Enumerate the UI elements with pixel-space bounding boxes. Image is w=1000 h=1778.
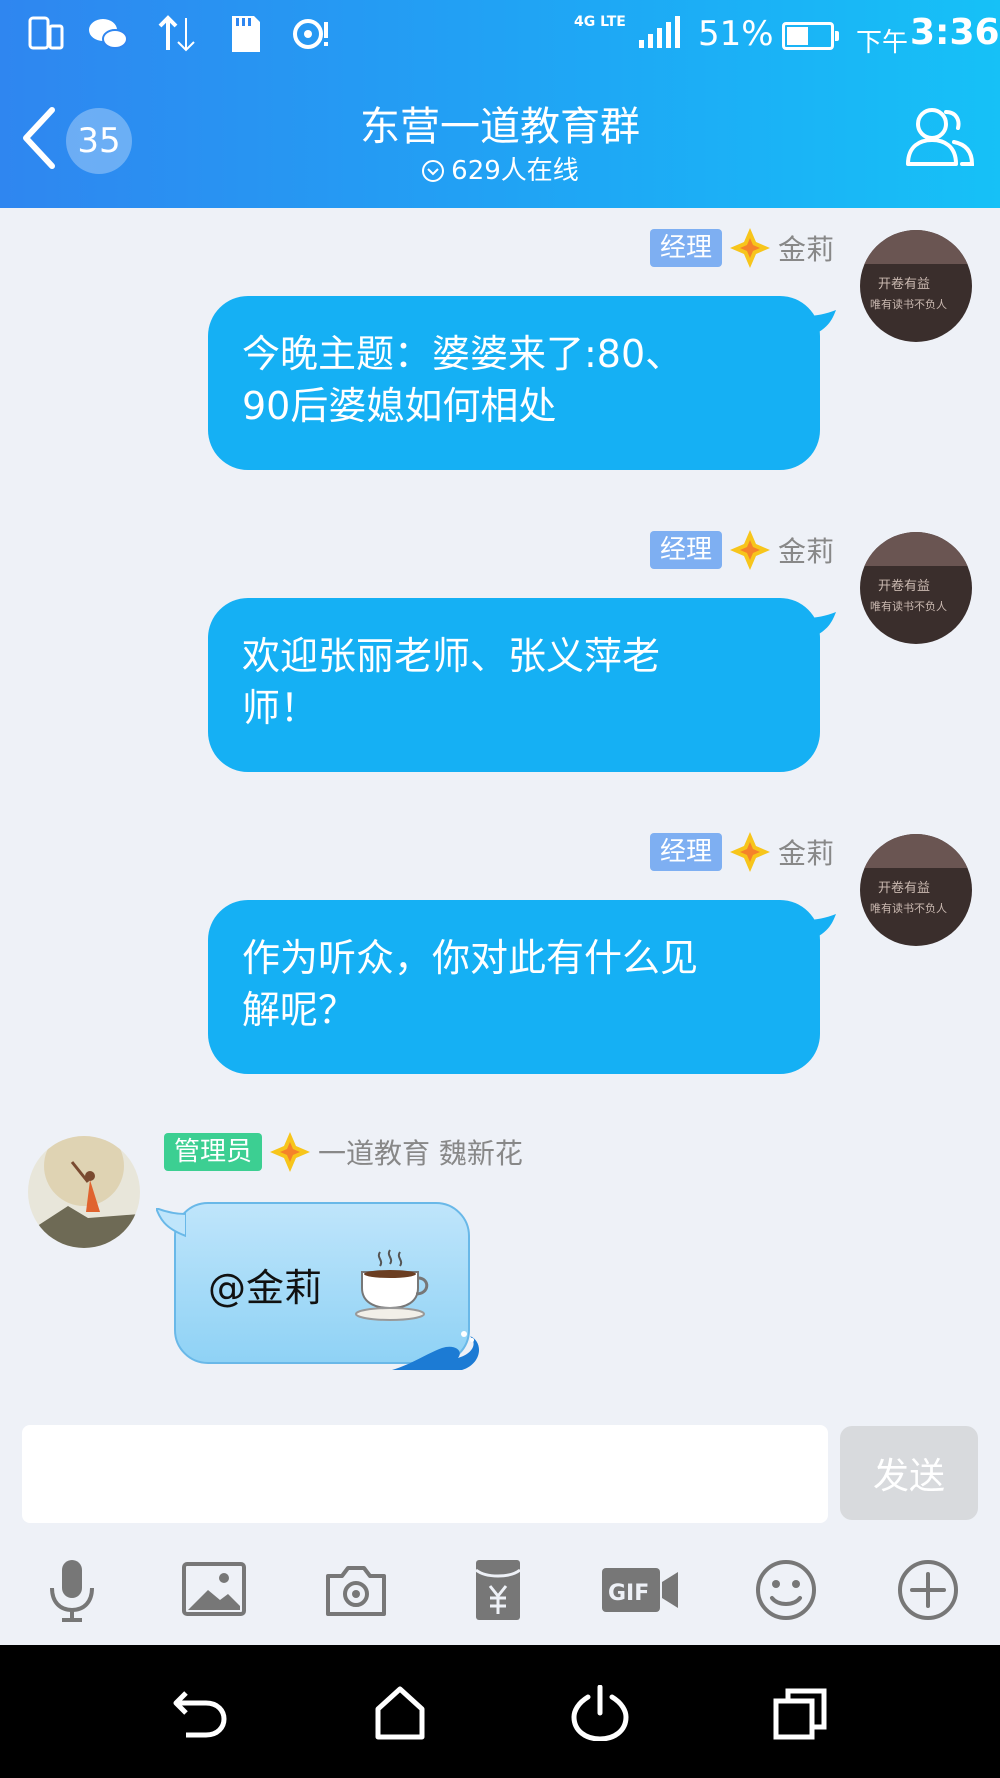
- back-nav-icon[interactable]: [170, 1685, 230, 1741]
- message-text-line: 作为听众，你对此有什么见: [242, 936, 699, 980]
- gif-icon[interactable]: GIF: [600, 1556, 680, 1624]
- svg-text:唯有读书不负人: 唯有读书不负人: [870, 599, 947, 613]
- message-meta: 经理 金莉: [649, 530, 834, 570]
- message-meta: 经理 金莉: [649, 832, 834, 872]
- role-badge: 经理: [649, 833, 722, 871]
- network-type: 4G LTE: [574, 14, 626, 30]
- group-members-icon[interactable]: [902, 100, 978, 176]
- home-nav-icon[interactable]: [370, 1685, 430, 1741]
- wechat-icon: [89, 19, 128, 49]
- header-bar: 4G LTE 51% 下午 3:36 35 东营一道教育群 629人在线: [0, 0, 1000, 208]
- svg-text:开卷有益: 开卷有益: [878, 880, 930, 896]
- battery-icon: [782, 22, 839, 50]
- avatar-image: 开卷有益唯有读书不负人: [860, 532, 972, 644]
- star-icon: [729, 832, 770, 872]
- emoji-icon[interactable]: [752, 1556, 820, 1624]
- role-badge: 经理: [649, 531, 722, 569]
- svg-text:唯有读书不负人: 唯有读书不负人: [870, 297, 947, 311]
- svg-text:GIF: GIF: [608, 1581, 649, 1606]
- navigation-bar: [0, 1645, 1000, 1778]
- message-input[interactable]: [22, 1425, 828, 1523]
- bubble-tail: [156, 1208, 186, 1238]
- avatar[interactable]: 开卷有益唯有读书不负人: [860, 532, 972, 644]
- avatar[interactable]: 开卷有益唯有读书不负人: [860, 834, 972, 946]
- svg-text:开卷有益: 开卷有益: [878, 578, 930, 594]
- microphone-icon[interactable]: [38, 1556, 106, 1624]
- message-text-line: 90后婆媳如何相处: [242, 384, 557, 428]
- sender-name: 金莉: [777, 233, 834, 266]
- avatar-image: 开卷有益唯有读书不负人: [860, 834, 972, 946]
- star-icon: [729, 530, 770, 570]
- message-bubble[interactable]: @金莉: [156, 1202, 480, 1370]
- message-meta: 管理员 一道教育 魏新花: [164, 1132, 523, 1172]
- message-text-line: 师！: [242, 686, 319, 730]
- role-badge: 经理: [649, 229, 722, 267]
- data-transfer-icon: [158, 15, 195, 52]
- signal-icon: [639, 16, 680, 48]
- svg-text:唯有读书不负人: 唯有读书不负人: [870, 901, 947, 915]
- message-bubble[interactable]: 欢迎张丽老师、张义萍老 师！: [208, 598, 836, 772]
- camera-icon[interactable]: [322, 1556, 390, 1624]
- avatar-image: 开卷有益唯有读书不负人: [860, 230, 972, 342]
- message-text-line: 解呢？: [242, 988, 357, 1032]
- star-icon: [270, 1132, 311, 1172]
- online-count: 629人在线: [451, 156, 579, 186]
- clock: 3:36: [910, 12, 1000, 53]
- sender-name: 金莉: [777, 535, 834, 568]
- message-meta: 经理 金莉: [649, 228, 834, 268]
- bubble-tail: [806, 612, 836, 640]
- avatar[interactable]: [28, 1136, 140, 1248]
- plus-icon[interactable]: [894, 1556, 962, 1624]
- sender-name: 一道教育 魏新花: [318, 1137, 523, 1170]
- group-title: 东营一道教育群: [360, 104, 640, 150]
- phone-icon: [28, 16, 64, 50]
- sender-name: 金莉: [777, 837, 834, 870]
- sync-icon: [293, 19, 328, 49]
- mention-text: @金莉: [208, 1266, 323, 1310]
- chevron-down-circle-icon: [422, 160, 445, 182]
- recents-nav-icon[interactable]: [770, 1685, 830, 1741]
- image-icon[interactable]: [180, 1556, 248, 1624]
- bubble-tail: [806, 914, 836, 942]
- wave-decoration-icon: [392, 1331, 480, 1370]
- online-status: 629人在线: [0, 150, 1000, 187]
- message-text-line: 欢迎张丽老师、张义萍老: [242, 634, 661, 678]
- send-button[interactable]: 发送: [840, 1426, 978, 1520]
- svg-text:开卷有益: 开卷有益: [878, 276, 930, 292]
- coffee-cup-icon: [355, 1249, 429, 1321]
- time-prefix: 下午: [856, 28, 909, 58]
- message-bubble[interactable]: 作为听众，你对此有什么见 解呢？: [208, 900, 836, 1074]
- avatar-image: [28, 1136, 140, 1248]
- status-bar: 4G LTE 51% 下午 3:36: [0, 0, 1000, 70]
- role-badge: 管理员: [164, 1133, 263, 1171]
- message-bubble[interactable]: 今晚主题：婆婆来了:80、 90后婆媳如何相处: [208, 296, 836, 470]
- sd-card-icon: [232, 16, 260, 52]
- battery-percent: 51%: [698, 14, 774, 54]
- message-text-line: 今晚主题：婆婆来了:80、: [242, 332, 684, 376]
- bubble-tail: [806, 310, 836, 338]
- power-nav-icon[interactable]: [570, 1685, 630, 1741]
- red-packet-icon[interactable]: [464, 1556, 532, 1624]
- star-icon: [729, 228, 770, 268]
- avatar[interactable]: 开卷有益唯有读书不负人: [860, 230, 972, 342]
